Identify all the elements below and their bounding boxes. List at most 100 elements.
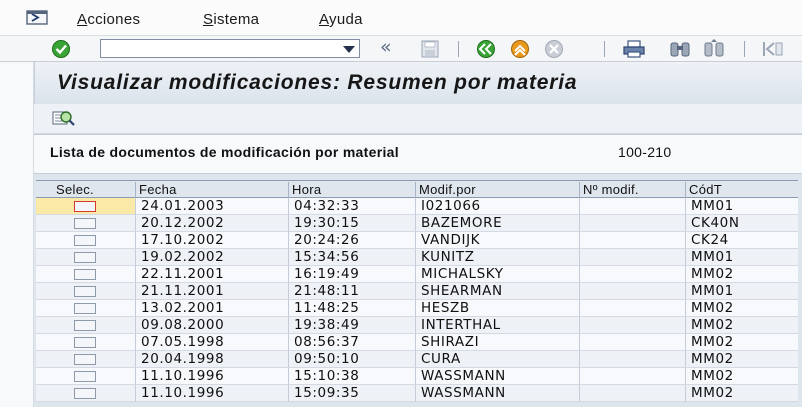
menu-sistema[interactable]: Sistema	[203, 11, 259, 28]
cell-num-modif	[579, 266, 685, 283]
find-next-icon[interactable]	[700, 39, 728, 64]
table-row[interactable]: 19.02.2002 15:34:56 KUNITZ MM01	[36, 249, 798, 266]
cell-fecha: 17.10.2002	[135, 232, 288, 249]
table-row[interactable]: 13.02.2001 11:48:25 HESZB MM02	[36, 300, 798, 317]
row-select-cell	[36, 283, 135, 300]
cell-fecha: 09.08.2000	[135, 317, 288, 334]
row-select-cell	[36, 266, 135, 283]
row-select-checkbox[interactable]	[74, 235, 96, 246]
cell-hora: 19:30:15	[288, 215, 415, 232]
cell-fecha: 20.04.1998	[135, 351, 288, 368]
cell-modif-por: I021066	[415, 198, 579, 215]
row-select-checkbox[interactable]	[74, 252, 96, 263]
cell-codt: MM01	[685, 198, 798, 215]
exit-icon[interactable]	[506, 39, 534, 64]
row-select-cell	[36, 232, 135, 249]
details-icon[interactable]	[50, 108, 76, 128]
table-row[interactable]: 22.11.2001 16:19:49 MICHALSKY MM02	[36, 266, 798, 283]
cell-fecha: 11.10.1996	[135, 368, 288, 385]
row-select-checkbox[interactable]	[74, 371, 96, 382]
cell-num-modif	[579, 385, 685, 402]
toolbar-separator	[604, 41, 605, 57]
menu-bar: Acciones Sistema Ayuda	[0, 0, 802, 36]
column-header-fecha[interactable]: Fecha	[135, 182, 288, 198]
command-field[interactable]	[100, 39, 360, 58]
cell-modif-por: BAZEMORE	[415, 215, 579, 232]
cell-fecha: 11.10.1996	[135, 385, 288, 402]
cell-hora: 09:50:10	[288, 351, 415, 368]
row-select-checkbox[interactable]	[74, 269, 96, 280]
cell-hora: 04:32:33	[288, 198, 415, 215]
cell-codt: MM02	[685, 300, 798, 317]
row-select-checkbox[interactable]	[74, 337, 96, 348]
row-select-checkbox[interactable]	[74, 286, 96, 297]
menu-acciones[interactable]: Acciones	[77, 11, 140, 28]
column-header-selec[interactable]: Selec.	[36, 182, 135, 198]
cell-hora: 16:19:49	[288, 266, 415, 283]
table-row[interactable]: 11.10.1996 15:09:35 WASSMANN MM02	[36, 385, 798, 402]
table-row[interactable]: 20.12.2002 19:30:15 BAZEMORE CK40N	[36, 215, 798, 232]
cell-fecha: 19.02.2002	[135, 249, 288, 266]
row-select-checkbox[interactable]	[74, 388, 96, 399]
left-frame	[0, 62, 34, 407]
cell-hora: 19:38:49	[288, 317, 415, 334]
menu-ayuda[interactable]: Ayuda	[319, 11, 363, 28]
material-number: 100-210	[618, 144, 672, 160]
first-page-icon[interactable]	[756, 39, 784, 64]
cell-num-modif	[579, 232, 685, 249]
main-content: Lista de documentos de modificación por …	[34, 134, 802, 407]
cell-fecha: 24.01.2003	[135, 198, 288, 215]
dropdown-arrow-icon[interactable]	[343, 46, 355, 53]
save-icon[interactable]	[416, 39, 444, 64]
row-select-cell	[36, 300, 135, 317]
print-icon[interactable]	[620, 39, 648, 64]
cell-codt: CK40N	[685, 215, 798, 232]
chevron-double-left-icon[interactable]: «	[380, 36, 392, 58]
row-select-checkbox[interactable]	[74, 201, 96, 212]
row-select-cell	[36, 198, 135, 215]
row-select-checkbox[interactable]	[74, 320, 96, 331]
row-select-checkbox[interactable]	[74, 303, 96, 314]
table-row[interactable]: 20.04.1998 09:50:10 CURA MM02	[36, 351, 798, 368]
table-row[interactable]: 17.10.2002 20:24:26 VANDIJK CK24	[36, 232, 798, 249]
find-icon[interactable]	[666, 39, 694, 64]
application-toolbar	[34, 104, 802, 134]
table-row[interactable]: 21.11.2001 21:48:11 SHEARMAN MM01	[36, 283, 798, 300]
row-select-cell	[36, 249, 135, 266]
table-row[interactable]: 07.05.1998 08:56:37 SHIRAZI MM02	[36, 334, 798, 351]
cell-num-modif	[579, 334, 685, 351]
row-select-checkbox[interactable]	[74, 354, 96, 365]
cell-num-modif	[579, 368, 685, 385]
column-header-modif-por[interactable]: Modif.por	[415, 182, 579, 198]
cell-modif-por: HESZB	[415, 300, 579, 317]
row-select-cell	[36, 317, 135, 334]
enter-check-icon[interactable]	[47, 39, 75, 64]
cell-modif-por: INTERTHAL	[415, 317, 579, 334]
table-row[interactable]: 24.01.2003 04:32:33 I021066 MM01	[36, 198, 798, 215]
cell-num-modif	[579, 215, 685, 232]
cell-modif-por: WASSMANN	[415, 385, 579, 402]
cell-hora: 15:34:56	[288, 249, 415, 266]
row-select-checkbox[interactable]	[74, 218, 96, 229]
cancel-icon[interactable]	[540, 39, 568, 64]
column-header-hora[interactable]: Hora	[288, 182, 415, 198]
list-header-label: Lista de documentos de modificación por …	[50, 144, 399, 160]
cell-modif-por: MICHALSKY	[415, 266, 579, 283]
cell-codt: MM02	[685, 385, 798, 402]
back-icon[interactable]	[472, 39, 500, 64]
cell-num-modif	[579, 317, 685, 334]
cell-num-modif	[579, 300, 685, 317]
column-header-num-modif[interactable]: Nº modif.	[579, 182, 685, 198]
table-row[interactable]: 09.08.2000 19:38:49 INTERTHAL MM02	[36, 317, 798, 334]
table-row[interactable]: 11.10.1996 15:10:38 WASSMANN MM02	[36, 368, 798, 385]
toolbar-separator	[458, 41, 459, 57]
cell-modif-por: VANDIJK	[415, 232, 579, 249]
cell-codt: MM02	[685, 317, 798, 334]
cell-hora: 21:48:11	[288, 283, 415, 300]
column-header-codt[interactable]: CódT	[685, 182, 798, 198]
app-menu-icon[interactable]	[26, 10, 50, 26]
table-header: Selec. Fecha Hora Modif.por Nº modif. Có…	[36, 180, 798, 198]
cell-modif-por: KUNITZ	[415, 249, 579, 266]
cell-modif-por: SHEARMAN	[415, 283, 579, 300]
cell-codt: MM01	[685, 283, 798, 300]
